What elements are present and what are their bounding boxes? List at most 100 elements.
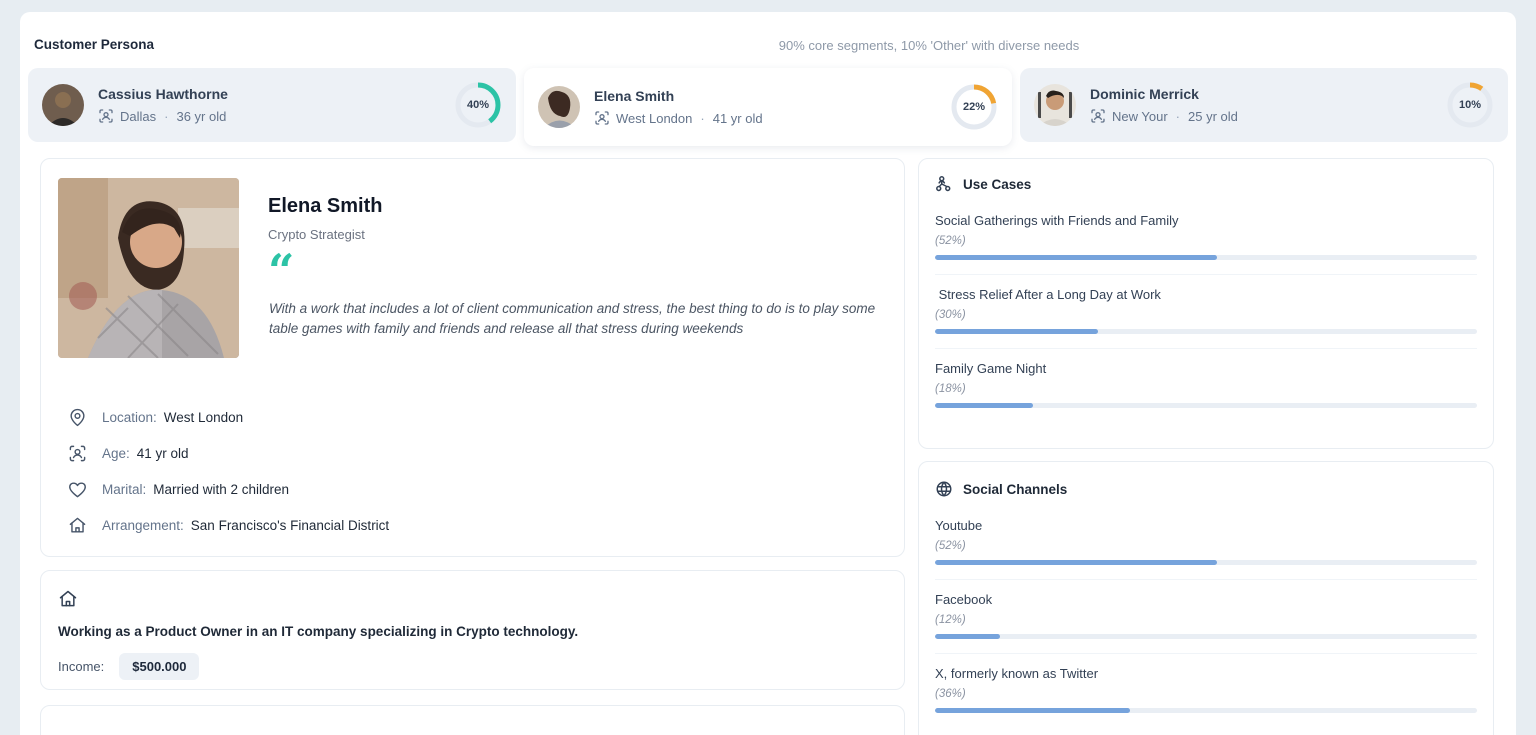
globe-icon [936,481,952,497]
use-cases-title: Use Cases [963,176,1032,192]
detail-value: West London [163,409,244,425]
persona-location: West London [616,110,693,126]
persona-tab-cassius[interactable]: Cassius Hawthorne Dallas · 36 yr old 40% [28,68,516,142]
detail-row-location: Location: West London [68,399,768,435]
profile-photo [58,178,239,358]
use-case-percent: (18%) [935,383,966,395]
detail-label: Location: [102,409,157,425]
share-percent: 40% [466,99,490,111]
detail-row-marital: Marital: Married with 2 children [68,471,768,507]
persona-location: Dallas [120,108,157,124]
detail-label: Marital: [102,481,147,497]
use-case-percent: (52%) [935,235,966,247]
detail-value: San Francisco's Financial District [190,517,390,533]
channel-percent: (12%) [935,614,966,626]
use-case-item: Stress Relief After a Long Day at Work (… [935,275,1477,349]
persona-location: New Your [1112,108,1168,124]
social-channels-card: Social Channels Youtube (52%) Facebook (… [918,461,1494,735]
tab-info: Elena Smith West London · 41 yr old [594,88,950,126]
progress-bar [935,255,1477,260]
page-title: Customer Persona [34,37,155,52]
use-case-item: Social Gatherings with Friends and Famil… [935,201,1477,275]
profile-quote: With a work that includes a lot of clien… [269,301,876,336]
use-case-label: Social Gatherings with Friends and Famil… [935,213,1179,228]
home-icon [59,590,77,607]
persona-meta: Dallas · 36 yr old [98,108,454,124]
social-channel-item: X, formerly known as Twitter (36%) [935,654,1477,727]
face-id-icon [1091,109,1105,123]
dot-separator: · [1175,108,1180,124]
work-card: Working as a Product Owner in an IT comp… [40,570,905,690]
share-donut: 40% [454,81,502,129]
share-donut: 22% [950,83,998,131]
channel-percent: (36%) [935,688,966,700]
profile-card: Elena Smith Crypto Strategist “ With a w… [40,158,905,557]
progress-bar [935,560,1477,565]
persona-tab-elena[interactable]: Elena Smith West London · 41 yr old 22% [524,68,1012,146]
detail-label: Arrangement: [102,517,184,533]
face-id-icon [99,109,113,123]
persona-name: Elena Smith [594,88,675,104]
age-face-icon [69,445,86,461]
face-id-icon [595,111,609,125]
progress-bar [935,708,1477,713]
work-description: Working as a Product Owner in an IT comp… [58,624,579,639]
profile-details: Location: West London Age: 41 yr old Mar… [68,399,768,543]
detail-label: Age: [102,445,130,461]
persona-meta: West London · 41 yr old [594,110,950,126]
detail-row-age: Age: 41 yr old [68,435,768,471]
main-panel: Customer Persona 90% core segments, 10% … [20,12,1516,735]
dot-separator: · [164,108,169,124]
use-case-item: Family Game Night (18%) [935,349,1477,422]
share-donut: 10% [1446,81,1494,129]
channel-percent: (52%) [935,540,966,552]
use-case-label: Family Game Night [935,361,1047,376]
progress-bar [935,403,1477,408]
persona-tab-dominic[interactable]: Dominic Merrick New Your · 25 yr old 10% [1020,68,1508,142]
use-cases-card: Use Cases Social Gatherings with Friends… [918,158,1494,449]
social-channels-header: Social Channels [935,480,1477,498]
persona-tabs: Cassius Hawthorne Dallas · 36 yr old 40% [20,68,1516,146]
location-pin-icon [70,408,85,426]
tab-info: Cassius Hawthorne Dallas · 36 yr old [98,86,454,124]
profile-name: Elena Smith [268,195,383,217]
detail-value: 41 yr old [136,445,189,461]
social-channels-title: Social Channels [963,481,1068,497]
persona-age: 41 yr old [712,110,763,126]
persona-name: Dominic Merrick [1090,86,1199,102]
income-value-badge: $500.000 [119,653,200,680]
share-percent: 22% [962,101,986,113]
channel-label: Youtube [935,518,983,533]
dot-separator: · [700,110,705,126]
persona-age: 25 yr old [1188,108,1238,124]
detail-value: Married with 2 children [153,481,290,497]
avatar [42,84,84,126]
progress-bar [935,634,1477,639]
quote-icon: “ [268,244,295,298]
heart-icon [69,481,86,497]
profile-role: Crypto Strategist [268,227,365,242]
use-cases-header: Use Cases [935,175,1477,193]
page-subtitle: 90% core segments, 10% 'Other' with dive… [778,38,1080,53]
channel-label: X, formerly known as Twitter [935,666,1099,681]
income-label: Income: [58,659,105,674]
avatar [1034,84,1076,126]
avatar [538,86,580,128]
next-card-stub [40,705,905,735]
channel-label: Facebook [935,592,993,607]
persona-meta: New Your · 25 yr old [1090,108,1446,124]
detail-row-arrangement: Arrangement: San Francisco's Financial D… [68,507,768,543]
persona-dashboard: Customer Persona 90% core segments, 10% … [0,0,1536,735]
use-case-label: Stress Relief After a Long Day at Work [935,287,1161,302]
social-channel-item: Youtube (52%) [935,506,1477,580]
income-row: Income: $500.000 [58,653,200,680]
share-percent: 10% [1458,99,1482,111]
progress-bar [935,329,1477,334]
tab-info: Dominic Merrick New Your · 25 yr old [1090,86,1446,124]
hierarchy-icon [936,176,951,192]
persona-age: 36 yr old [176,108,227,124]
home-icon [69,517,86,533]
social-channel-item: Facebook (12%) [935,580,1477,654]
persona-name: Cassius Hawthorne [98,86,228,102]
use-case-percent: (30%) [935,309,966,321]
